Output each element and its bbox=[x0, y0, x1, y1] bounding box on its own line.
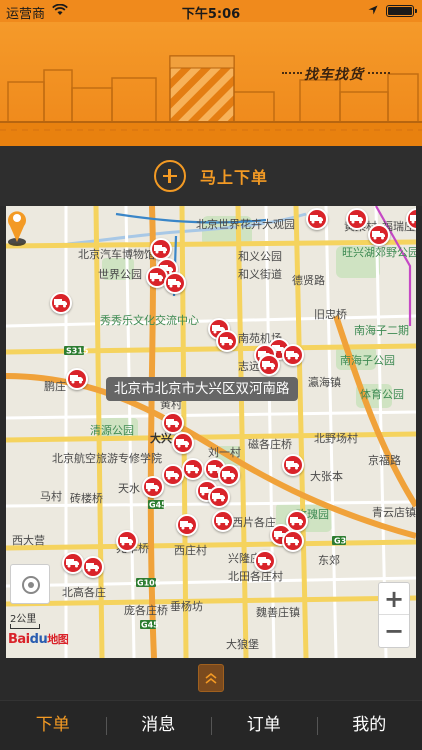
locate-dot bbox=[28, 582, 34, 588]
place-label: 西片各庄 bbox=[232, 516, 276, 529]
svg-text:S315: S315 bbox=[66, 347, 89, 356]
place-order-button[interactable]: 马上下单 bbox=[0, 146, 422, 206]
location-arrow-icon bbox=[368, 5, 378, 15]
truck-marker-icon[interactable] bbox=[50, 292, 72, 314]
place-label: 和义公园 bbox=[238, 250, 282, 263]
truck-marker-icon[interactable] bbox=[162, 412, 184, 434]
svg-text:G45: G45 bbox=[141, 621, 159, 630]
svg-text:G106: G106 bbox=[137, 579, 161, 588]
place-label: 马村 bbox=[40, 490, 62, 503]
svg-text:G3: G3 bbox=[334, 537, 346, 546]
place-label: 京福路 bbox=[368, 454, 401, 467]
zoom-controls: + − bbox=[378, 582, 410, 648]
place-label: 北京航空旅游专修学院 bbox=[52, 452, 162, 465]
battery-icon bbox=[386, 5, 417, 17]
truck-marker-icon[interactable] bbox=[218, 464, 240, 486]
place-label: 东郊 bbox=[318, 554, 340, 567]
location-pin-icon bbox=[7, 211, 26, 246]
banner: 找车找货 bbox=[0, 22, 422, 146]
logo-suffix: 地图 bbox=[47, 633, 69, 646]
place-label: 体育公园 bbox=[360, 388, 404, 401]
tab-mine[interactable]: 我的 bbox=[316, 701, 422, 750]
banner-dots-left bbox=[282, 72, 302, 74]
place-label: 北田各庄村 bbox=[228, 570, 283, 583]
truck-marker-icon[interactable] bbox=[172, 432, 194, 454]
truck-marker-icon[interactable] bbox=[306, 208, 328, 230]
zoom-out-button[interactable]: − bbox=[379, 615, 409, 647]
banner-dots-right bbox=[368, 72, 390, 74]
truck-marker-icon[interactable] bbox=[216, 330, 238, 352]
truck-marker-icon[interactable] bbox=[254, 550, 276, 572]
zoom-in-button[interactable]: + bbox=[379, 583, 409, 615]
place-label: 大张本 bbox=[310, 470, 343, 483]
tab-messages[interactable]: 消息 bbox=[105, 701, 212, 750]
baidu-map-logo: Baidu地图 bbox=[8, 631, 69, 647]
truck-marker-icon[interactable] bbox=[212, 510, 234, 532]
truck-marker-icon[interactable] bbox=[258, 354, 280, 376]
place-label: 和义街道 bbox=[238, 268, 282, 281]
logo-main: Bai bbox=[8, 632, 30, 647]
truck-marker-icon[interactable] bbox=[164, 272, 186, 294]
place-label: 磁各庄桥 bbox=[248, 438, 292, 451]
truck-marker-icon[interactable] bbox=[176, 514, 198, 536]
place-label: 北高各庄 bbox=[62, 586, 106, 599]
truck-marker-icon[interactable] bbox=[142, 476, 164, 498]
place-label: 南海子公园 bbox=[340, 354, 395, 367]
truck-marker-icon[interactable] bbox=[62, 552, 84, 574]
truck-marker-icon[interactable] bbox=[346, 208, 368, 230]
place-label: 西庄村 bbox=[174, 544, 207, 557]
chevron-up-icon bbox=[205, 672, 217, 684]
truck-marker-icon[interactable] bbox=[82, 556, 104, 578]
place-label: 天水 bbox=[118, 482, 140, 495]
place-label: 大狼堡 bbox=[226, 638, 259, 651]
place-label: 南海子二期 bbox=[354, 324, 409, 337]
place-label: 北京汽车博物馆 bbox=[78, 248, 155, 261]
place-label: 北野场村 bbox=[314, 432, 358, 445]
clock: 下午5:06 bbox=[181, 7, 241, 22]
tab-bar: 下单 消息 订单 我的 bbox=[0, 700, 422, 750]
current-address-label: 北京市北京市大兴区双河南路 bbox=[106, 377, 298, 401]
truck-marker-icon[interactable] bbox=[282, 344, 304, 366]
status-bar: 运营商 下午5:06 bbox=[0, 0, 422, 22]
banner-illustration bbox=[0, 55, 422, 146]
place-label: 瀛海镇 bbox=[308, 376, 341, 389]
place-label: 青云店镇 bbox=[372, 506, 416, 519]
place-label: 秀秀乐文化交流中心 bbox=[100, 314, 199, 327]
place-label: 德贤路 bbox=[292, 274, 325, 287]
truck-marker-icon[interactable] bbox=[182, 458, 204, 480]
expand-drawer-button[interactable] bbox=[198, 664, 224, 692]
place-label: 北京世界花卉大观园 bbox=[196, 218, 295, 231]
place-label: 鹏庄 bbox=[44, 380, 66, 393]
place-label: 旧忠桥 bbox=[314, 308, 347, 321]
truck-marker-icon[interactable] bbox=[368, 224, 390, 246]
truck-marker-icon[interactable] bbox=[282, 530, 304, 552]
truck-marker-icon[interactable] bbox=[208, 486, 230, 508]
place-label: 旺兴湖郊野公园北区 bbox=[342, 246, 416, 259]
place-label: 垂杨坊 bbox=[170, 600, 203, 613]
place-label: 西大营 bbox=[12, 534, 45, 547]
tab-order[interactable]: 下单 bbox=[0, 701, 106, 750]
place-label: 砖楼桥 bbox=[70, 492, 103, 505]
banner-title: 找车找货 bbox=[304, 67, 364, 83]
add-circle-icon bbox=[153, 160, 186, 192]
logo-paw: du bbox=[29, 632, 48, 647]
place-order-label: 马上下单 bbox=[199, 168, 268, 187]
tab-orders[interactable]: 订单 bbox=[211, 701, 317, 750]
place-label: 庞各庄桥 bbox=[124, 604, 168, 617]
place-label: 清源公园 bbox=[90, 424, 134, 437]
map-scale-bar bbox=[10, 624, 40, 629]
truck-marker-icon[interactable] bbox=[66, 368, 88, 390]
place-label: 魏善庄镇 bbox=[256, 606, 300, 619]
truck-marker-icon[interactable] bbox=[282, 454, 304, 476]
locate-button[interactable] bbox=[10, 564, 50, 604]
truck-marker-icon[interactable] bbox=[162, 464, 184, 486]
map-scale-label: 2公里 bbox=[10, 614, 37, 625]
truck-marker-icon[interactable] bbox=[116, 530, 138, 552]
svg-text:G45: G45 bbox=[149, 501, 167, 510]
truck-marker-icon[interactable] bbox=[150, 238, 172, 260]
map-view[interactable]: S315 G45 G106 G45 G3 北京世界花卉大观园北京汽车博物馆世界公… bbox=[6, 206, 416, 658]
place-label: 世界公园 bbox=[98, 268, 142, 281]
